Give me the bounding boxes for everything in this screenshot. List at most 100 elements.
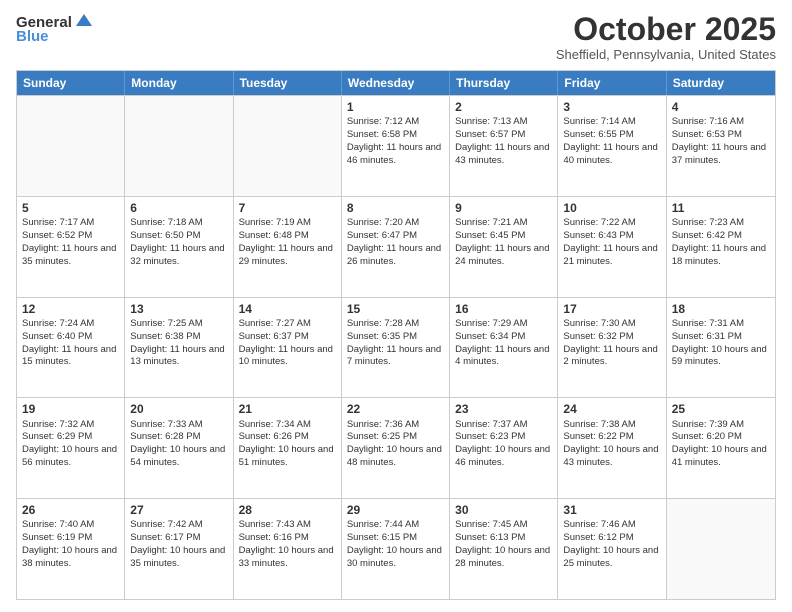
cal-cell: 14Sunrise: 7:27 AM Sunset: 6:37 PM Dayli… (234, 298, 342, 398)
cal-cell: 23 Sunrise: 7:37 AM Sunset: 6:23 PM Dayli… (450, 398, 558, 498)
cal-cell: 4Sunrise: 7:16 AM Sunset: 6:53 PM Daylig… (667, 96, 775, 196)
cal-cell (125, 96, 233, 196)
day-number: 10 (563, 200, 660, 216)
day-header-sunday: Sunday (17, 71, 125, 95)
day-info: Sunrise: 7:40 AM Sunset: 6:19 PM Dayligh… (22, 519, 117, 568)
page: General Blue October 2025 Sheffield, Pen… (0, 0, 792, 612)
cal-cell: 8Sunrise: 7:20 AM Sunset: 6:47 PM Daylig… (342, 197, 450, 297)
day-header-friday: Friday (558, 71, 666, 95)
cal-cell: 1Sunrise: 7:12 AM Sunset: 6:58 PM Daylig… (342, 96, 450, 196)
day-number: 16 (455, 301, 552, 317)
logo-blue: Blue (16, 28, 49, 45)
day-number: 9 (455, 200, 552, 216)
day-info: Sunrise: 7:14 AM Sunset: 6:55 PM Dayligh… (563, 116, 657, 165)
day-number: 7 (239, 200, 336, 216)
calendar: SundayMondayTuesdayWednesdayThursdayFrid… (16, 70, 776, 600)
day-info: Sunrise: 7:24 AM Sunset: 6:40 PM Dayligh… (22, 318, 116, 367)
day-number: 22 (347, 401, 444, 417)
day-info: Sunrise: 7:31 AM Sunset: 6:31 PM Dayligh… (672, 318, 767, 367)
day-info: Sunrise: 7:17 AM Sunset: 6:52 PM Dayligh… (22, 217, 116, 266)
cal-cell: 17Sunrise: 7:30 AM Sunset: 6:32 PM Dayli… (558, 298, 666, 398)
cal-cell: 7Sunrise: 7:19 AM Sunset: 6:48 PM Daylig… (234, 197, 342, 297)
calendar-header: SundayMondayTuesdayWednesdayThursdayFrid… (17, 71, 775, 95)
cal-cell: 26Sunrise: 7:40 AM Sunset: 6:19 PM Dayli… (17, 499, 125, 599)
day-number: 26 (22, 502, 119, 518)
day-number: 1 (347, 99, 444, 115)
cal-cell: 30Sunrise: 7:45 AM Sunset: 6:13 PM Dayli… (450, 499, 558, 599)
day-header-wednesday: Wednesday (342, 71, 450, 95)
week-row-2: 12Sunrise: 7:24 AM Sunset: 6:40 PM Dayli… (17, 297, 775, 398)
day-number: 25 (672, 401, 770, 417)
cal-cell: 9Sunrise: 7:21 AM Sunset: 6:45 PM Daylig… (450, 197, 558, 297)
cal-cell: 13Sunrise: 7:25 AM Sunset: 6:38 PM Dayli… (125, 298, 233, 398)
cal-cell: 19Sunrise: 7:32 AM Sunset: 6:29 PM Dayli… (17, 398, 125, 498)
cal-cell: 20 Sunrise: 7:33 AM Sunset: 6:28 PM Dayli… (125, 398, 233, 498)
cal-cell: 25 Sunrise: 7:39 AM Sunset: 6:20 PM Dayli… (667, 398, 775, 498)
cal-cell: 27Sunrise: 7:42 AM Sunset: 6:17 PM Dayli… (125, 499, 233, 599)
day-info: Sunrise: 7:44 AM Sunset: 6:15 PM Dayligh… (347, 519, 442, 568)
cal-cell (667, 499, 775, 599)
day-info: Sunrise: 7:39 AM Sunset: 6:20 PM Dayligh… (672, 419, 767, 468)
day-number: 4 (672, 99, 770, 115)
day-number: 31 (563, 502, 660, 518)
day-header-monday: Monday (125, 71, 233, 95)
day-info: Sunrise: 7:32 AM Sunset: 6:29 PM Dayligh… (22, 419, 117, 468)
day-info: Sunrise: 7:30 AM Sunset: 6:32 PM Dayligh… (563, 318, 657, 367)
week-row-1: 5Sunrise: 7:17 AM Sunset: 6:52 PM Daylig… (17, 196, 775, 297)
cal-cell: 31Sunrise: 7:46 AM Sunset: 6:12 PM Dayli… (558, 499, 666, 599)
cal-cell: 15Sunrise: 7:28 AM Sunset: 6:35 PM Dayli… (342, 298, 450, 398)
day-info: Sunrise: 7:43 AM Sunset: 6:16 PM Dayligh… (239, 519, 334, 568)
day-number: 12 (22, 301, 119, 317)
day-info: Sunrise: 7:18 AM Sunset: 6:50 PM Dayligh… (130, 217, 224, 266)
day-info: Sunrise: 7:25 AM Sunset: 6:38 PM Dayligh… (130, 318, 224, 367)
cal-cell: 10Sunrise: 7:22 AM Sunset: 6:43 PM Dayli… (558, 197, 666, 297)
cal-cell (234, 96, 342, 196)
logo-icon (74, 12, 94, 32)
day-number: 17 (563, 301, 660, 317)
day-number: 2 (455, 99, 552, 115)
cal-cell: 11Sunrise: 7:23 AM Sunset: 6:42 PM Dayli… (667, 197, 775, 297)
calendar-body: 1Sunrise: 7:12 AM Sunset: 6:58 PM Daylig… (17, 95, 775, 599)
cal-cell: 29Sunrise: 7:44 AM Sunset: 6:15 PM Dayli… (342, 499, 450, 599)
day-number: 8 (347, 200, 444, 216)
cal-cell: 2Sunrise: 7:13 AM Sunset: 6:57 PM Daylig… (450, 96, 558, 196)
day-info: Sunrise: 7:33 AM Sunset: 6:28 PM Dayligh… (130, 419, 225, 468)
day-info: Sunrise: 7:20 AM Sunset: 6:47 PM Dayligh… (347, 217, 441, 266)
day-number: 13 (130, 301, 227, 317)
day-info: Sunrise: 7:38 AM Sunset: 6:22 PM Dayligh… (563, 419, 658, 468)
day-info: Sunrise: 7:12 AM Sunset: 6:58 PM Dayligh… (347, 116, 441, 165)
day-number: 15 (347, 301, 444, 317)
day-number: 27 (130, 502, 227, 518)
logo: General Blue (16, 12, 94, 45)
week-row-3: 19Sunrise: 7:32 AM Sunset: 6:29 PM Dayli… (17, 397, 775, 498)
day-number: 5 (22, 200, 119, 216)
month-title: October 2025 (556, 12, 776, 47)
cal-cell: 3Sunrise: 7:14 AM Sunset: 6:55 PM Daylig… (558, 96, 666, 196)
header-right: October 2025 Sheffield, Pennsylvania, Un… (556, 12, 776, 62)
day-number: 3 (563, 99, 660, 115)
cal-cell: 24 Sunrise: 7:38 AM Sunset: 6:22 PM Dayli… (558, 398, 666, 498)
day-info: Sunrise: 7:16 AM Sunset: 6:53 PM Dayligh… (672, 116, 766, 165)
cal-cell: 21Sunrise: 7:34 AM Sunset: 6:26 PM Dayli… (234, 398, 342, 498)
day-number: 23 (455, 401, 552, 417)
day-number: 24 (563, 401, 660, 417)
cal-cell: 5Sunrise: 7:17 AM Sunset: 6:52 PM Daylig… (17, 197, 125, 297)
day-info: Sunrise: 7:37 AM Sunset: 6:23 PM Dayligh… (455, 419, 550, 468)
day-info: Sunrise: 7:46 AM Sunset: 6:12 PM Dayligh… (563, 519, 658, 568)
day-number: 20 (130, 401, 227, 417)
week-row-4: 26Sunrise: 7:40 AM Sunset: 6:19 PM Dayli… (17, 498, 775, 599)
day-header-thursday: Thursday (450, 71, 558, 95)
day-info: Sunrise: 7:21 AM Sunset: 6:45 PM Dayligh… (455, 217, 549, 266)
day-number: 21 (239, 401, 336, 417)
week-row-0: 1Sunrise: 7:12 AM Sunset: 6:58 PM Daylig… (17, 95, 775, 196)
day-number: 30 (455, 502, 552, 518)
day-info: Sunrise: 7:28 AM Sunset: 6:35 PM Dayligh… (347, 318, 441, 367)
header: General Blue October 2025 Sheffield, Pen… (16, 12, 776, 62)
day-number: 14 (239, 301, 336, 317)
day-number: 28 (239, 502, 336, 518)
cal-cell: 16Sunrise: 7:29 AM Sunset: 6:34 PM Dayli… (450, 298, 558, 398)
cal-cell: 6Sunrise: 7:18 AM Sunset: 6:50 PM Daylig… (125, 197, 233, 297)
day-number: 29 (347, 502, 444, 518)
day-number: 6 (130, 200, 227, 216)
cal-cell: 12Sunrise: 7:24 AM Sunset: 6:40 PM Dayli… (17, 298, 125, 398)
